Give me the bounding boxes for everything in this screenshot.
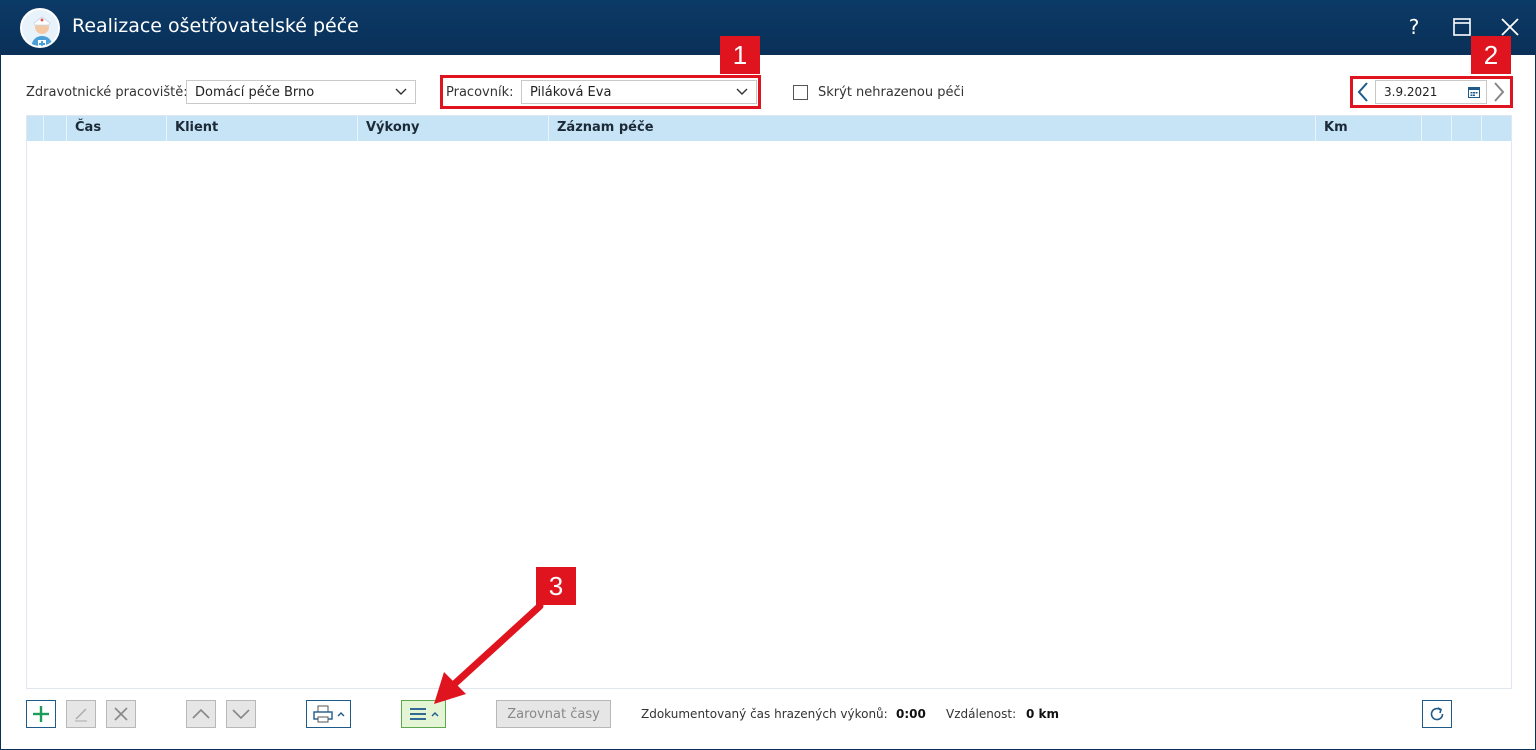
documented-time-value: 0:00 bbox=[896, 707, 926, 721]
column-header-time[interactable]: Čas bbox=[67, 116, 167, 141]
printer-icon bbox=[312, 705, 333, 723]
grid-header-select bbox=[39, 116, 67, 141]
hide-unpaid-label: Skrýt nehrazenou péči bbox=[818, 85, 965, 100]
column-header-extra-2 bbox=[1452, 116, 1482, 141]
close-icon bbox=[1501, 18, 1519, 36]
chevron-down-icon bbox=[395, 88, 407, 95]
annotation-arrow bbox=[434, 602, 544, 704]
workplace-select[interactable]: Domácí péče Brno bbox=[186, 80, 416, 104]
date-navigator: 3.9.2021 bbox=[1353, 80, 1509, 104]
move-up-button[interactable] bbox=[186, 700, 216, 728]
chevron-down-icon bbox=[232, 709, 250, 720]
edit-button[interactable] bbox=[66, 700, 96, 728]
date-value: 3.9.2021 bbox=[1384, 85, 1438, 99]
delete-button[interactable] bbox=[106, 700, 136, 728]
distance-value: 0 km bbox=[1026, 707, 1060, 721]
previous-day-button[interactable] bbox=[1353, 80, 1373, 104]
worker-label: Pracovník: bbox=[446, 85, 514, 100]
workplace-value: Domácí péče Brno bbox=[195, 85, 315, 100]
title-bar: Realizace ošetřovatelské péče ? bbox=[0, 0, 1536, 55]
column-header-client[interactable]: Klient bbox=[167, 116, 358, 141]
column-header-care-record[interactable]: Záznam péče bbox=[549, 116, 1316, 141]
pencil-icon bbox=[75, 708, 87, 722]
hide-unpaid-checkbox[interactable] bbox=[793, 85, 808, 100]
care-records-grid[interactable]: Čas Klient Výkony Záznam péče Km bbox=[26, 115, 1512, 689]
chevron-down-icon bbox=[736, 88, 748, 95]
date-input[interactable]: 3.9.2021 bbox=[1375, 80, 1487, 104]
maximize-icon bbox=[1453, 18, 1471, 36]
workplace-label: Zdravotnické pracoviště: bbox=[26, 85, 188, 100]
refresh-button[interactable] bbox=[1422, 700, 1452, 728]
help-icon: ? bbox=[1408, 15, 1420, 39]
chevron-up-icon bbox=[192, 708, 210, 719]
chevron-left-icon bbox=[1357, 82, 1368, 102]
grid-header: Čas Klient Výkony Záznam péče Km bbox=[27, 116, 1511, 141]
worker-value: Piláková Eva bbox=[530, 85, 612, 100]
cross-icon bbox=[114, 707, 128, 721]
window-title: Realizace ošetřovatelské péče bbox=[72, 15, 359, 37]
plus-icon bbox=[33, 706, 49, 722]
nurse-icon bbox=[20, 8, 60, 48]
chevron-up-small-icon bbox=[337, 712, 344, 717]
column-header-services[interactable]: Výkony bbox=[358, 116, 549, 141]
worker-select[interactable]: Piláková Eva bbox=[521, 80, 757, 104]
column-header-km[interactable]: Km bbox=[1316, 116, 1422, 141]
add-button[interactable] bbox=[26, 700, 56, 728]
distance-label: Vzdálenost: bbox=[946, 707, 1017, 721]
annotation-badge-3: 3 bbox=[536, 567, 576, 605]
move-down-button[interactable] bbox=[226, 700, 256, 728]
annotation-badge-2: 2 bbox=[1471, 36, 1511, 74]
chevron-up-small-icon bbox=[431, 712, 438, 717]
next-day-button[interactable] bbox=[1489, 80, 1509, 104]
documented-time-label: Zdokumentovaný čas hrazených výkonů: bbox=[641, 707, 888, 721]
calendar-icon[interactable] bbox=[1468, 86, 1480, 98]
annotation-badge-1: 1 bbox=[720, 36, 760, 74]
grid-body[interactable] bbox=[27, 141, 1511, 688]
column-header-extra-1 bbox=[1422, 116, 1452, 141]
column-header-extra-3 bbox=[1482, 116, 1511, 141]
refresh-icon bbox=[1430, 707, 1444, 721]
print-button[interactable] bbox=[306, 700, 351, 728]
help-button[interactable]: ? bbox=[1399, 12, 1429, 42]
chevron-right-icon bbox=[1494, 82, 1505, 102]
